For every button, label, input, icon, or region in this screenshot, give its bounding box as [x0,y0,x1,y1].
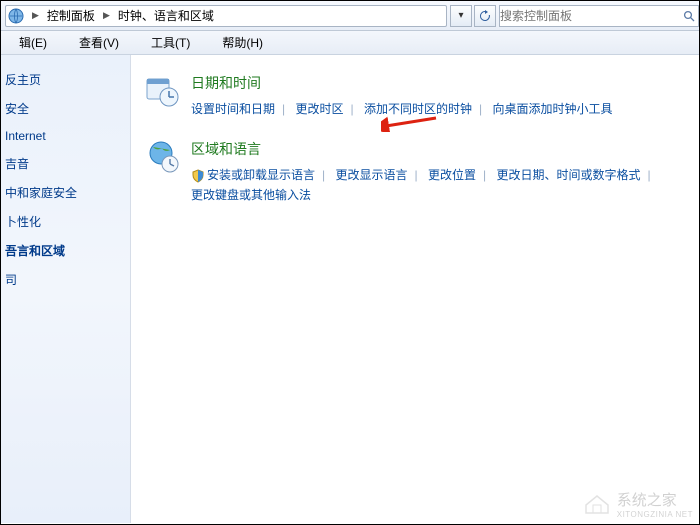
section-title-date-time[interactable]: 日期和时间 [191,73,612,93]
sidebar-item-language-region[interactable]: 吾言和区域 [1,236,130,265]
watermark: 系统之家 XITONGZINIA NET [583,489,693,519]
globe-clock-icon [145,139,181,175]
clock-calendar-icon [145,73,181,109]
link-change-location[interactable]: 更改位置 [428,168,476,182]
search-icon [680,10,698,22]
sidebar-item-home[interactable]: 反主页 [1,65,130,94]
sidebar-item-security[interactable]: 安全 [1,94,130,123]
control-panel-icon [8,8,24,24]
shield-icon [191,169,205,183]
search-box[interactable] [499,5,699,27]
watermark-url: XITONGZINIA NET [617,510,693,519]
breadcrumb-control-panel[interactable]: 控制面板 [43,5,99,26]
menu-tools[interactable]: 工具(T) [135,31,206,54]
annotation-arrow [381,112,441,132]
link-change-keyboard[interactable]: 更改键盘或其他输入法 [191,188,311,202]
house-icon [583,493,611,515]
section-region-language: 区域和语言 安装或卸载显示语言| 更改显示语言| 更改位置| 更改日期、时间或数… [145,139,685,205]
address-bar: ▶ 控制面板 ▶ 时钟、语言和区域 ▾ [1,1,699,31]
sidebar-item-family[interactable]: 中和家庭安全 [1,178,130,207]
sidebar-item-personalization[interactable]: 卜性化 [1,207,130,236]
section-title-region-language[interactable]: 区域和语言 [191,139,658,159]
menu-view[interactable]: 查看(V) [63,31,135,54]
sidebar: 反主页 安全 Internet 吉音 中和家庭安全 卜性化 吾言和区域 司 [1,55,131,523]
watermark-text: 系统之家 [617,489,693,510]
menu-help[interactable]: 帮助(H) [206,31,279,54]
dropdown-button[interactable]: ▾ [450,5,472,27]
link-install-language[interactable]: 安装或卸载显示语言 [207,168,315,182]
menu-edit[interactable]: 辑(E) [3,31,63,54]
link-change-timezone[interactable]: 更改时区 [295,102,343,116]
chevron-right-icon: ▶ [99,10,114,21]
link-set-date-time[interactable]: 设置时间和日期 [191,102,275,116]
link-add-desktop-clock[interactable]: 向桌面添加时钟小工具 [492,102,612,116]
region-links: 安装或卸载显示语言| 更改显示语言| 更改位置| 更改日期、时间或数字格式| 更… [191,165,658,205]
breadcrumb-clock-language-region[interactable]: 时钟、语言和区域 [114,5,218,26]
content-pane: 日期和时间 设置时间和日期| 更改时区| 添加不同时区的时钟| 向桌面添加时钟小… [131,55,699,523]
search-input[interactable] [500,9,680,23]
refresh-button[interactable] [474,5,496,27]
sidebar-item-misc[interactable]: 司 [1,265,130,294]
link-change-display-language[interactable]: 更改显示语言 [335,168,407,182]
menu-bar: 辑(E) 查看(V) 工具(T) 帮助(H) [1,31,699,55]
sidebar-item-internet[interactable]: Internet [1,123,130,149]
breadcrumb[interactable]: ▶ 控制面板 ▶ 时钟、语言和区域 [5,5,447,27]
chevron-right-icon: ▶ [28,10,43,21]
sidebar-item-sound[interactable]: 吉音 [1,149,130,178]
link-change-format[interactable]: 更改日期、时间或数字格式 [496,168,640,182]
